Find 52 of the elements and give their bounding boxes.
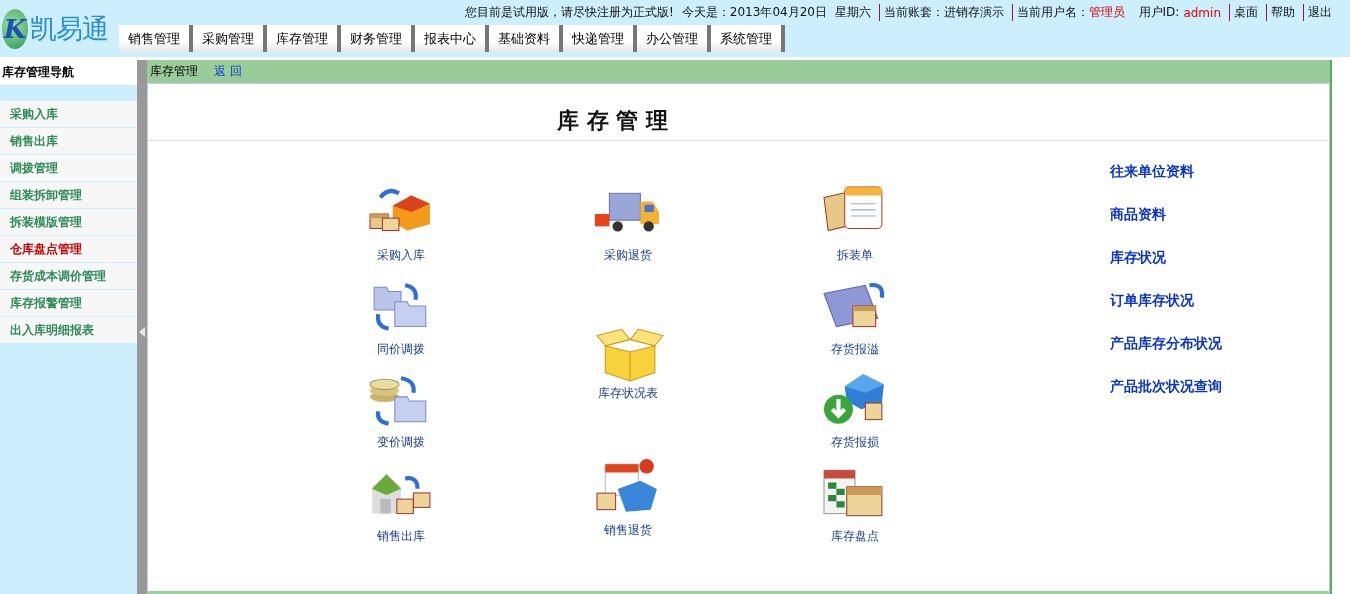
sidebar-item[interactable]: 库存报警管理 xyxy=(0,290,137,316)
menu-tab[interactable]: 销售管理 xyxy=(119,25,193,52)
menu-tab[interactable]: 库存管理 xyxy=(267,25,341,52)
user-id: admin xyxy=(1183,5,1221,20)
sidebar-item[interactable]: 销售出库 xyxy=(0,128,137,154)
header-link[interactable]: 帮助 xyxy=(1266,4,1295,21)
header-link[interactable]: 桌面 xyxy=(1229,4,1258,21)
module-link[interactable]: 变价调拨 xyxy=(364,370,437,452)
module-link[interactable]: 同价调拨 xyxy=(364,276,437,358)
sidebar-item[interactable]: 出入库明细报表 xyxy=(0,317,137,343)
menu-tab[interactable]: 采购管理 xyxy=(193,25,267,52)
quick-link[interactable]: 往来单位资料 xyxy=(1110,163,1222,181)
quick-link[interactable]: 产品库存分布状况 xyxy=(1110,335,1222,353)
module-link[interactable]: 库存状况表 xyxy=(591,320,664,402)
user-label: 当前用户名： xyxy=(1011,4,1089,21)
module-link[interactable]: 拆装单 xyxy=(818,183,891,264)
date-text: 今天是：2013年04月20日 星期六 xyxy=(681,4,871,21)
sidebar-item[interactable]: 调拨管理 xyxy=(0,155,137,181)
quick-link[interactable]: 产品批次状况查询 xyxy=(1110,378,1222,396)
module-link[interactable]: 采购入库 xyxy=(364,183,437,264)
logo-mark: K xyxy=(2,8,28,49)
module-link[interactable]: 存货报损 xyxy=(818,370,891,452)
module-link[interactable]: 存货报溢 xyxy=(818,276,891,358)
user-id-label: 用户ID: xyxy=(1138,4,1180,21)
trial-notice: 您目前是试用版，请尽快注册为正式版! xyxy=(465,4,674,21)
sidebar-item[interactable]: 仓库盘点管理 xyxy=(0,236,137,262)
menu-tab[interactable]: 快递管理 xyxy=(563,25,637,52)
header-link[interactable]: 退出 xyxy=(1303,4,1332,21)
menu-tab[interactable]: 财务管理 xyxy=(341,25,415,52)
breadcrumb-text: 库存管理 xyxy=(150,63,198,80)
user-name: 管理员 xyxy=(1088,4,1125,21)
account-text: 当前账套：进销存演示 xyxy=(878,4,1004,21)
quick-link[interactable]: 订单库存状况 xyxy=(1110,292,1222,310)
sidebar-item[interactable]: 存货成本调价管理 xyxy=(0,263,137,289)
module-link[interactable]: 销售出库 xyxy=(364,463,437,545)
back-link[interactable]: 返 回 xyxy=(214,63,242,80)
quick-link[interactable]: 商品资料 xyxy=(1110,206,1222,224)
module-link[interactable]: 采购退货 xyxy=(591,183,664,264)
module-link[interactable]: 销售退货 xyxy=(591,458,664,539)
sidebar-title: 库存管理导航 xyxy=(0,60,137,85)
quick-link[interactable]: 库存状况 xyxy=(1110,249,1222,267)
menu-tab[interactable]: 系统管理 xyxy=(711,25,785,52)
logo-text: 凯易通 xyxy=(30,11,108,46)
menu-tab[interactable]: 报表中心 xyxy=(415,25,489,52)
menu-tab[interactable]: 基础资料 xyxy=(489,25,563,52)
sidebar-item[interactable]: 采购入库 xyxy=(0,101,137,127)
page-title: 库 存 管 理 xyxy=(557,106,668,135)
sidebar-item[interactable]: 拆装模版管理 xyxy=(0,209,137,235)
collapse-arrow-icon[interactable] xyxy=(138,327,146,337)
menu-tab[interactable]: 办公管理 xyxy=(637,25,711,52)
module-link[interactable]: 库存盘点 xyxy=(818,463,891,545)
sidebar-item[interactable]: 组装拆卸管理 xyxy=(0,182,137,208)
